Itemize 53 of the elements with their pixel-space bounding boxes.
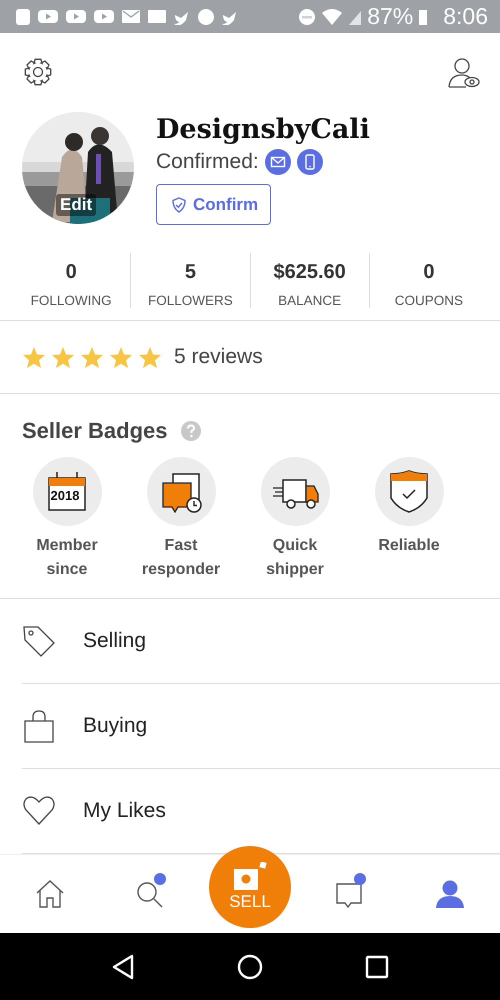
video-icon (38, 10, 58, 24)
shopping-bag-icon (22, 709, 56, 743)
phone-icon (16, 8, 30, 26)
settings-icon[interactable] (23, 57, 53, 87)
calendar-icon (46, 470, 88, 512)
stat-value: 0 (66, 261, 77, 284)
confirmed-label: Confirmed: (156, 150, 259, 174)
profile-icon[interactable] (435, 879, 465, 909)
edit-photo-link[interactable]: Edit (56, 194, 96, 216)
reviews-link[interactable]: 5 reviews (174, 345, 263, 370)
do-not-disturb-icon (298, 8, 316, 26)
stat-label: FOLLOWERS (148, 293, 233, 308)
star-icon (109, 346, 133, 369)
badge-label: Fast responder (140, 536, 222, 580)
section-title: Seller Badges (22, 418, 168, 444)
recents-button[interactable] (365, 954, 389, 978)
badge-label: Reliable (377, 536, 441, 556)
notification-dot (154, 873, 166, 885)
video-icon (94, 10, 114, 24)
stat-label: COUPONS (394, 293, 463, 308)
confirm-button[interactable]: Confirm (156, 184, 272, 226)
notification-dot (354, 873, 366, 885)
wifi-icon (321, 8, 344, 26)
star-icon (22, 346, 46, 369)
star-icon (51, 346, 75, 369)
badge-label: Quick shipper (265, 536, 325, 580)
star-icon (80, 346, 104, 369)
email-verified-icon (264, 149, 291, 176)
back-button[interactable] (111, 954, 135, 980)
battery-icon (418, 8, 428, 26)
shield-check-icon (389, 468, 429, 514)
username: DesignsbyCali (156, 114, 370, 146)
stat-label: FOLLOWING (30, 293, 112, 308)
home-icon[interactable] (35, 879, 65, 909)
stat-label: BALANCE (278, 293, 342, 308)
star-icon (138, 346, 162, 369)
video-icon (66, 10, 86, 24)
mail-icon (122, 10, 140, 24)
stat-value: 0 (423, 261, 434, 284)
clock-time: 8:06 (443, 3, 488, 30)
phone-verified-icon (296, 149, 323, 176)
shield-check-icon (171, 196, 187, 213)
battery-percent: 87% (367, 3, 414, 30)
stat-value: $625.60 (273, 261, 346, 284)
badge-label: Member since (35, 536, 99, 580)
tag-icon (22, 624, 56, 658)
profile-view-icon[interactable] (448, 57, 480, 89)
menu-item[interactable]: Buying (22, 684, 500, 769)
menu-item[interactable]: Selling (22, 599, 500, 684)
calendar-year: 2018 (50, 488, 80, 503)
home-button[interactable] (237, 954, 263, 980)
camera-icon (233, 862, 267, 892)
stat-value: 5 (184, 261, 196, 284)
